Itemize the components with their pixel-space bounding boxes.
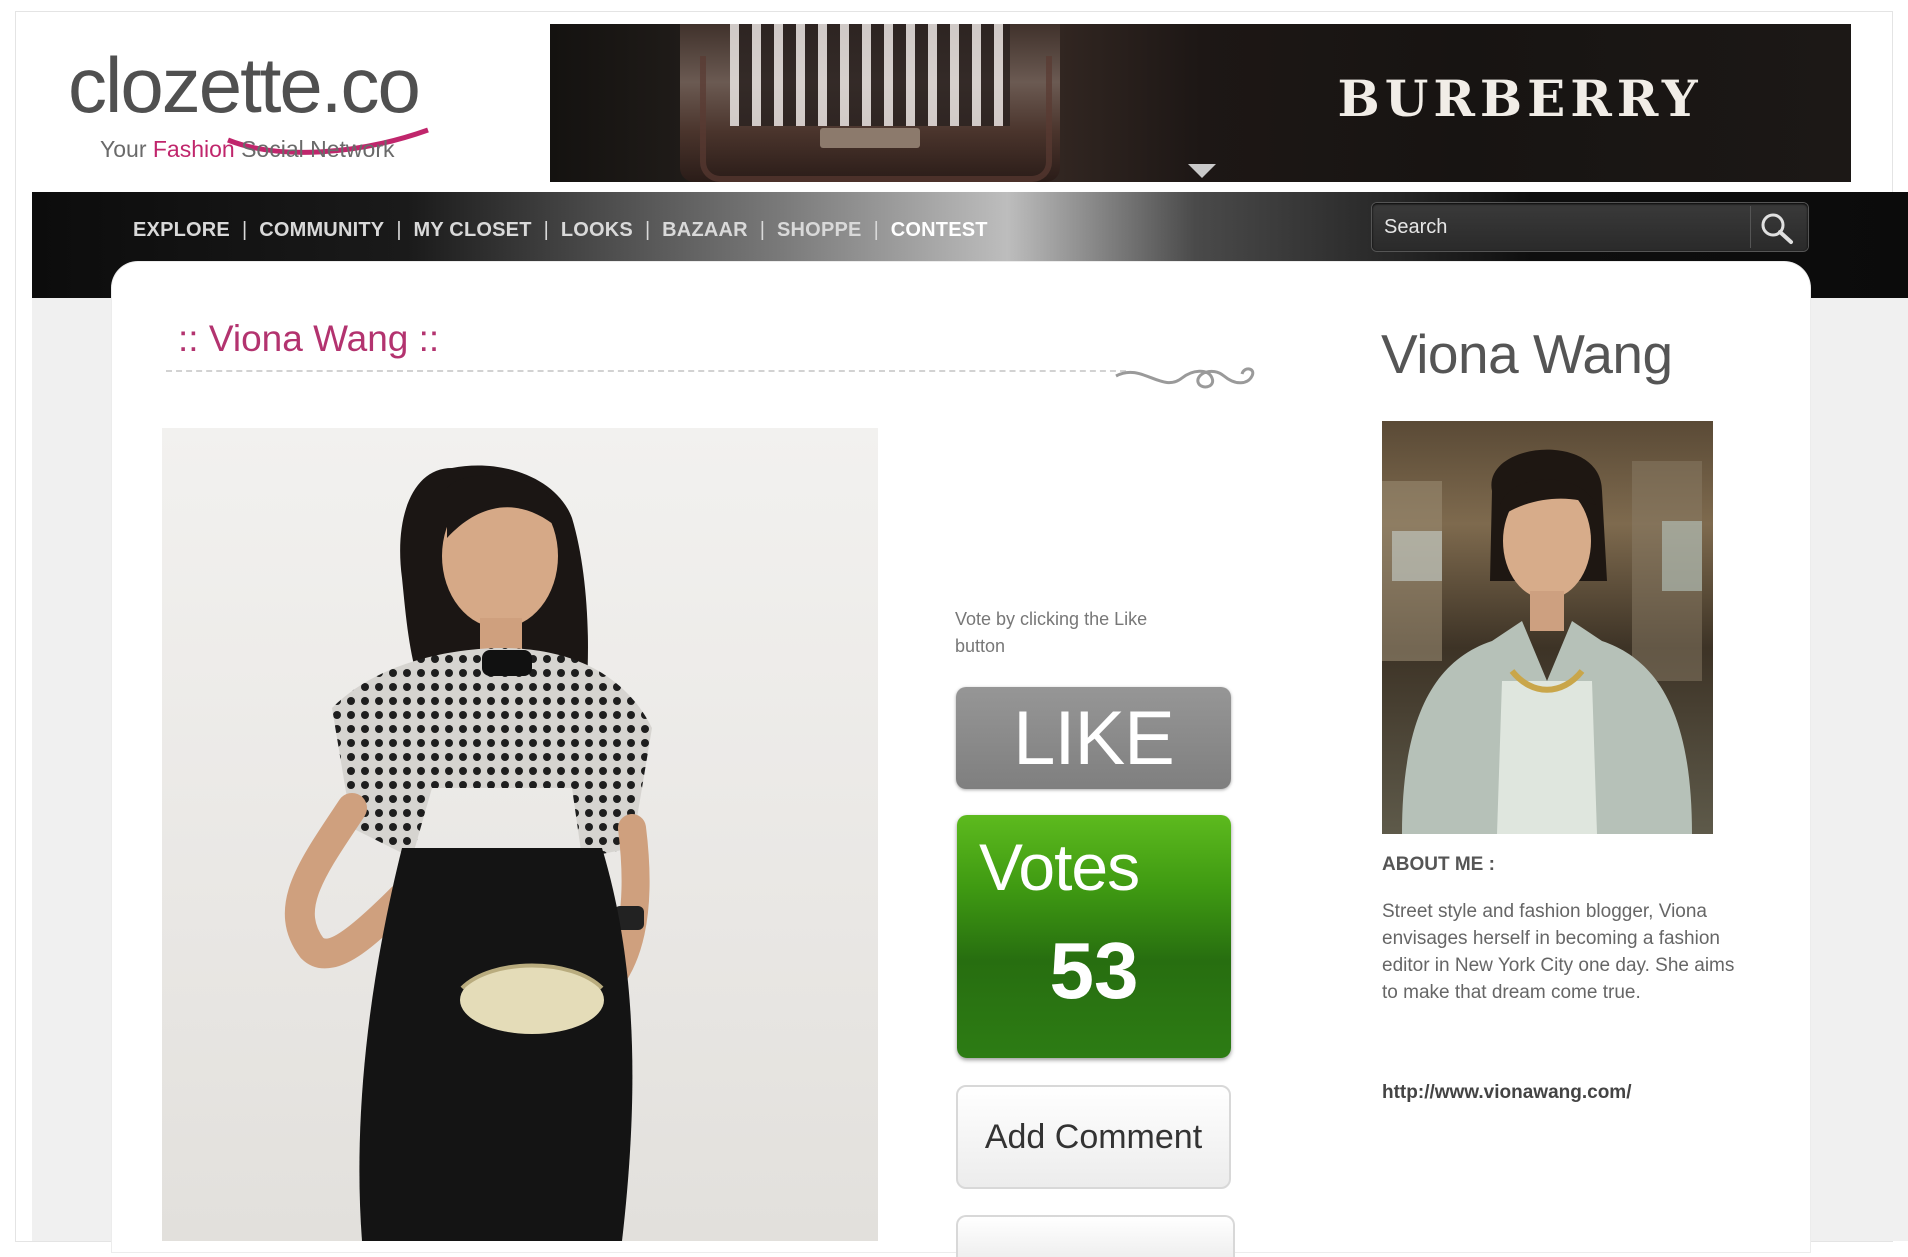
banner-ad[interactable]: BURBERRY <box>550 24 1851 182</box>
nav-separator: | <box>873 218 879 241</box>
nav-separator: | <box>543 218 549 241</box>
entry-photo[interactable] <box>162 428 878 1241</box>
logo-tagline: Your Fashion Social Network <box>100 136 394 163</box>
search-icon <box>1761 213 1793 244</box>
profile-website-link[interactable]: http://www.vionawang.com/ <box>1382 1082 1631 1104</box>
title-divider <box>166 370 1126 372</box>
ad-handbag-image <box>680 24 1060 182</box>
main-nav: EXPLORE | COMMUNITY | MY CLOSET | LOOKS … <box>133 215 988 245</box>
tagline-highlight: Fashion <box>152 136 235 162</box>
like-button[interactable]: LIKE <box>956 687 1231 789</box>
nav-separator: | <box>396 218 402 241</box>
nav-community[interactable]: COMMUNITY <box>259 219 384 242</box>
nav-contest[interactable]: CONTEST <box>891 219 988 242</box>
about-text: Street style and fashion blogger, Viona … <box>1382 901 1735 1003</box>
tagline-prefix: Your <box>100 136 153 162</box>
profile-portrait-illustration <box>1382 449 1702 834</box>
nav-separator: | <box>644 218 651 241</box>
nav-bazaar[interactable]: BAZAAR <box>662 219 748 242</box>
search-button[interactable] <box>1750 206 1803 248</box>
search-input[interactable] <box>1378 208 1750 246</box>
page-margin-right <box>1810 298 1908 1241</box>
ad-expand-arrow-icon[interactable] <box>1188 164 1216 178</box>
add-comment-button[interactable]: Add Comment <box>956 1085 1231 1189</box>
vote-instructions: Vote by clicking the Like button <box>955 609 1148 656</box>
site-logo[interactable]: clozette.co Your Fashion Social Network <box>68 40 488 180</box>
about-heading: ABOUT ME : <box>1382 854 1495 875</box>
flourish-ornament-icon <box>1115 367 1255 389</box>
votes-label: Votes <box>979 830 1140 904</box>
nav-my-closet[interactable]: MY CLOSET <box>414 219 532 242</box>
nav-explore[interactable]: EXPLORE <box>133 219 230 242</box>
nav-separator: | <box>759 218 765 241</box>
nav-separator: | <box>241 218 248 241</box>
profile-photo[interactable] <box>1382 421 1713 834</box>
nav-shoppe[interactable]: SHOPPE <box>777 219 862 242</box>
model-illustration <box>284 465 652 1241</box>
ad-brand-name: BURBERRY <box>1337 69 1703 128</box>
nav-looks[interactable]: LOOKS <box>561 219 633 242</box>
entry-title: :: Viona Wang :: <box>178 318 440 359</box>
votes-count: 53 <box>1049 926 1139 1015</box>
secondary-action-button[interactable] <box>956 1215 1235 1257</box>
tagline-suffix: Social Network <box>234 136 395 162</box>
page-margin-left <box>32 298 112 1241</box>
profile-name: Viona Wang <box>1381 323 1673 385</box>
votes-counter: Votes 53 <box>957 815 1231 1058</box>
